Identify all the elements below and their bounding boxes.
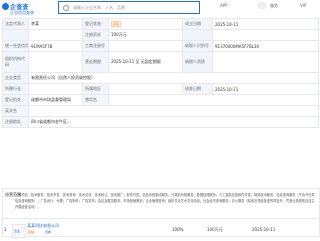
status-badge: 存续 <box>111 21 122 27</box>
table-row: 所属行业 所属地区 核准日期 2025-10-11 <box>2 83 319 95</box>
label: 注册资本 <box>82 29 109 41</box>
value: 2025-10-11 至 无固定期限 <box>108 51 183 73</box>
search-bar[interactable]: 请输入企业名称、人名、品牌 <box>58 1 200 14</box>
logo-subtitle: 企业信用查询 <box>10 10 34 15</box>
status-badge: 存续 <box>27 230 36 234</box>
value: 存续 <box>108 18 183 30</box>
company-link[interactable]: 某某科技有限公司 <box>27 223 59 229</box>
label: 曾用名 <box>82 94 109 106</box>
table-row: 法定代表人 李某 登记状态 存续 成立日期 2025-10-11 <box>2 18 319 30</box>
logo[interactable]: 企查查 企业信用查询 <box>2 3 40 16</box>
company-avatar: 企业 <box>12 224 26 238</box>
label: 法定代表人 <box>2 18 29 30</box>
notification-icon[interactable] <box>258 2 266 9</box>
value: 2025-10-11 <box>212 83 319 95</box>
table-row: 英文名 <box>2 105 319 117</box>
col-capital: 100万元 <box>207 227 223 232</box>
view-link[interactable]: 查看 <box>45 230 51 234</box>
value <box>28 105 319 117</box>
search-placeholder: 请输入企业名称、人名、品牌 <box>73 5 125 10</box>
col-ratio: 100% <box>172 227 184 232</box>
label: 登记状态 <box>82 18 109 30</box>
value <box>28 51 83 73</box>
col-date: 2025-10-11 <box>252 227 276 232</box>
header: 企查查 企业信用查询 请输入企业名称、人名、品牌 APP 服务 VIP <box>0 0 320 18</box>
label <box>2 29 29 41</box>
value: 91MA5F7B <box>28 40 83 52</box>
nav-vip[interactable]: VIP <box>300 3 306 8</box>
label: 核准日期 <box>182 83 213 95</box>
list-item[interactable]: 1 企业 某某科技有限公司 存续 查看 100% 100万元 2025-10-1… <box>2 222 318 238</box>
value[interactable]: 四川省成都市金牛区... <box>28 116 319 128</box>
label: 登记机关 <box>2 94 29 106</box>
value[interactable]: 李某 <box>28 18 83 30</box>
row-index: 1 <box>4 227 7 232</box>
value: 91370000MA5F7BL36 <box>212 40 319 52</box>
nav-app[interactable]: APP <box>220 3 228 8</box>
label: 工商注册号 <box>82 40 109 52</box>
label: 成立日期 <box>182 18 213 30</box>
logo-icon <box>2 3 9 10</box>
label: 所属行业 <box>2 83 29 95</box>
value <box>212 51 319 73</box>
label: 注册地址 <box>2 116 29 128</box>
label: 统一社会信用代码 <box>2 40 29 52</box>
label: 英文名 <box>2 105 29 117</box>
value <box>108 83 183 95</box>
scope-text: 一般项目：技术服务、技术开发、技术咨询、技术交流、技术转让、技术推广；软件开发；… <box>15 193 315 209</box>
label: 所属地区 <box>82 83 109 95</box>
value <box>212 29 319 41</box>
value: 有限责任公司（自然人投资或控股） <box>28 72 319 84</box>
value: 100万元 <box>108 29 183 41</box>
label: 纳税人资质 <box>182 51 213 73</box>
value <box>108 40 183 52</box>
value: 成都市市场监督管理局 <box>28 94 83 106</box>
table-row: 统一社会信用代码 91MA5F7B 工商注册号 纳税人识别号 91370000M… <box>2 40 319 52</box>
nav-service[interactable]: 服务 <box>270 3 278 9</box>
label: 组织机构代码 <box>2 51 29 73</box>
info-table: 法定代表人 李某 登记状态 存续 成立日期 2025-10-11 注册资本 10… <box>2 18 319 128</box>
label: 营业期限 <box>82 51 109 73</box>
company-info: 法定代表人 李某 登记状态 存续 成立日期 2025-10-11 注册资本 10… <box>0 18 320 240</box>
value <box>108 94 319 106</box>
table-row: 注册地址 四川省成都市金牛区... <box>2 116 319 128</box>
table-row: 注册资本 100万元 <box>2 29 319 41</box>
table-row: 组织机构代码 营业期限 2025-10-11 至 无固定期限 纳税人资质 <box>2 51 319 73</box>
label: 纳税人识别号 <box>182 40 213 52</box>
value: 2025-10-11 <box>212 18 319 30</box>
search-icon <box>63 5 69 11</box>
value <box>28 83 83 95</box>
table-row: 登记机关 成都市市场监督管理局 曾用名 <box>2 94 319 106</box>
label: 企业类型 <box>2 72 29 84</box>
label <box>182 29 213 41</box>
value <box>28 29 83 41</box>
table-row: 企业类型 有限责任公司（自然人投资或控股） <box>2 72 319 84</box>
related-list: 1 企业 某某科技有限公司 存续 查看 100% 100万元 2025-10-1… <box>2 218 318 241</box>
